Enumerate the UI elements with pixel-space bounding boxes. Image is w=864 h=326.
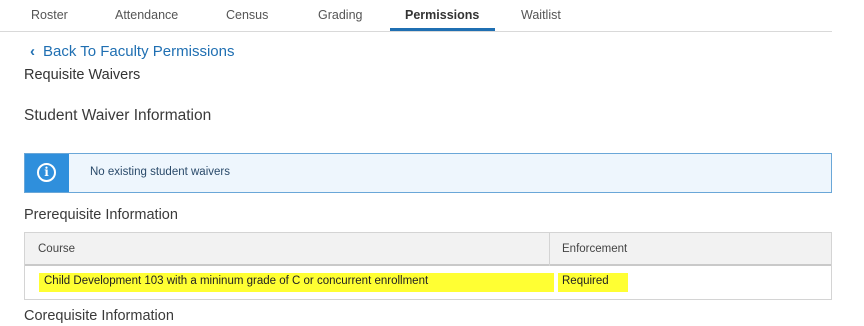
tab-roster[interactable]: Roster [31,8,68,22]
tab-bar: Roster Attendance Census Grading Permiss… [0,0,832,32]
column-header-course: Course [38,243,76,255]
table-row: Child Development 103 with a mininum gra… [25,268,831,299]
alert-message: No existing student waivers [90,166,230,178]
course-cell: Child Development 103 with a mininum gra… [44,275,429,287]
column-header-enforcement: Enforcement [562,243,628,255]
column-divider [549,233,550,266]
page: Roster Attendance Census Grading Permiss… [0,0,864,326]
tab-census[interactable]: Census [226,8,268,22]
table-header: Course Enforcement [25,233,831,266]
tab-waitlist[interactable]: Waitlist [521,8,561,22]
tab-permissions[interactable]: Permissions [405,8,479,22]
info-alert: i No existing student waivers [24,153,832,193]
tab-attendance[interactable]: Attendance [115,8,178,22]
tab-grading[interactable]: Grading [318,8,362,22]
info-icon: i [37,163,56,182]
prerequisite-heading: Prerequisite Information [24,207,178,223]
back-link-label: Back To Faculty Permissions [43,43,235,60]
back-to-faculty-permissions-link[interactable]: ‹ Back To Faculty Permissions [30,43,234,60]
student-waiver-heading: Student Waiver Information [24,107,212,124]
active-tab-indicator [390,28,495,31]
alert-icon-container: i [25,154,69,192]
page-title: Requisite Waivers [24,67,141,83]
corequisite-heading: Corequisite Information [24,308,174,324]
chevron-left-icon: ‹ [30,43,35,60]
prerequisite-table: Course Enforcement Child Development 103… [24,232,832,300]
enforcement-cell: Required [562,275,609,287]
